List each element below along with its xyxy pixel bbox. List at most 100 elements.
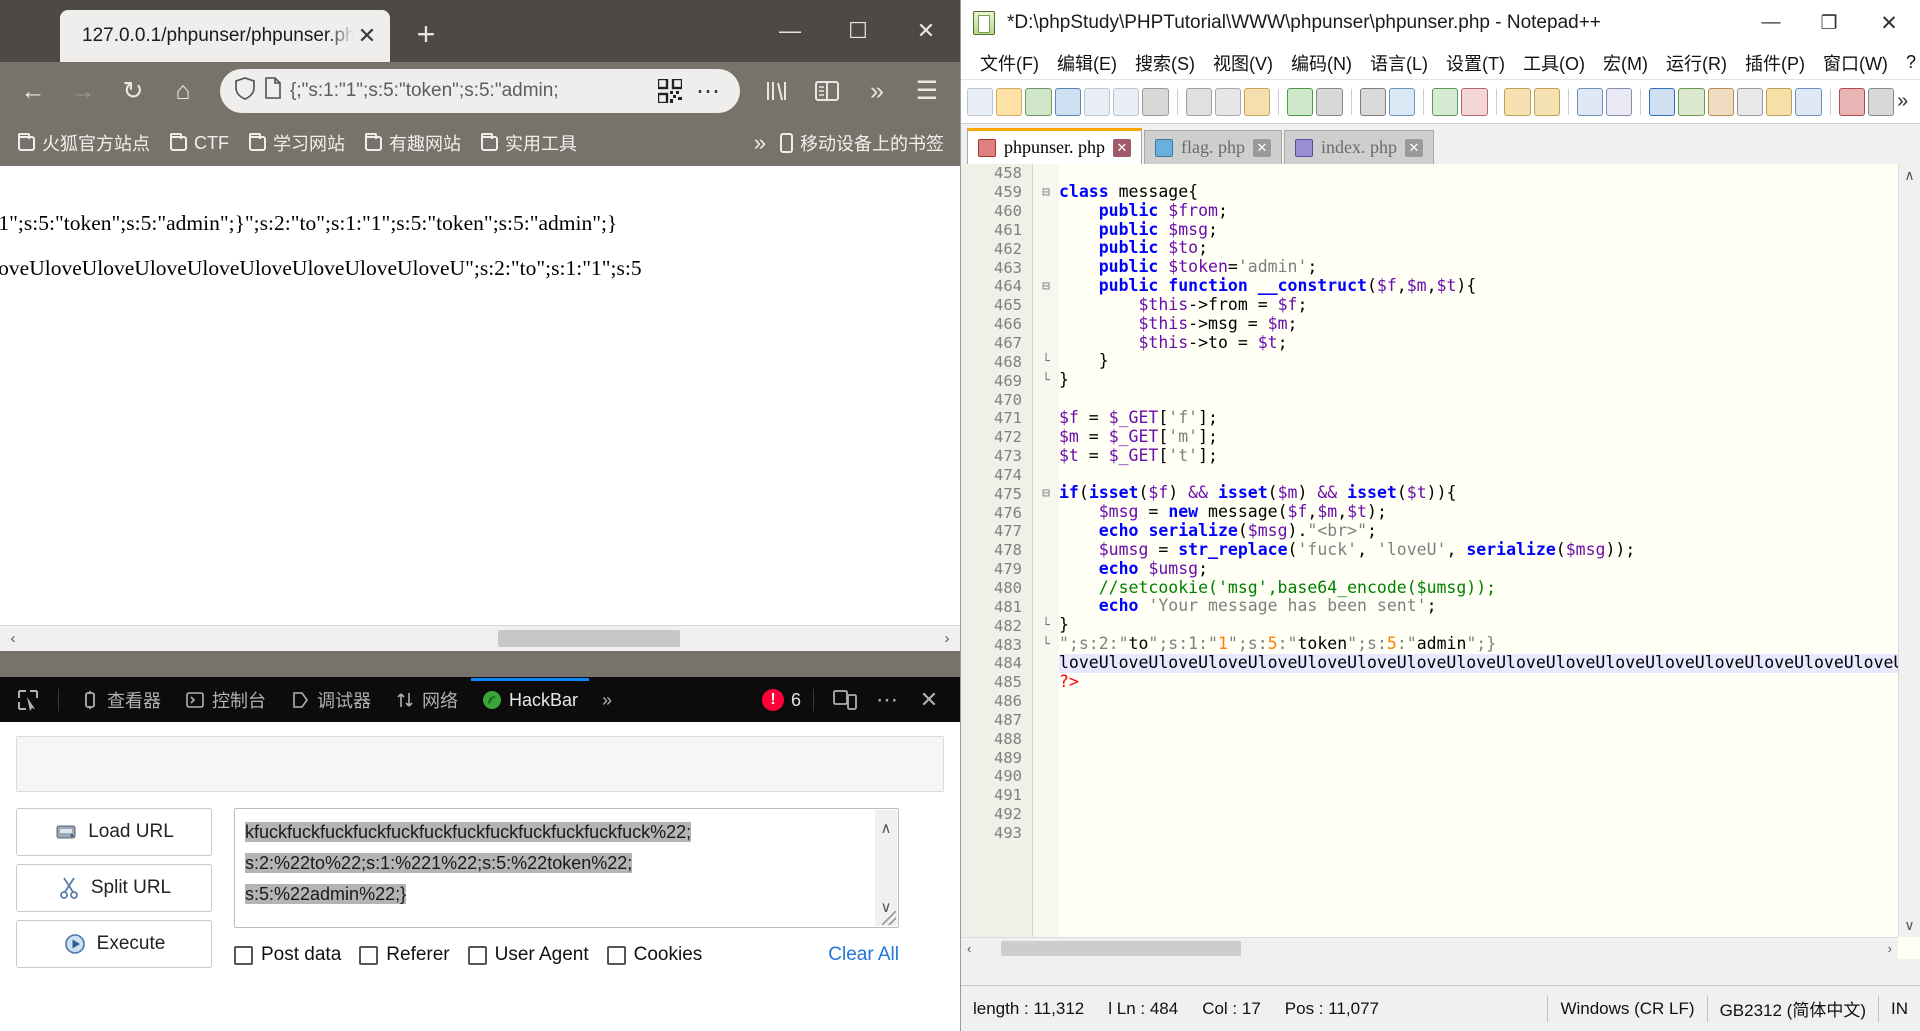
window-close-icon[interactable]: ✕ [892,0,960,62]
devtools-options-icon[interactable]: ⋯ [868,682,906,718]
editor-tab-phpunser[interactable]: phpunser. php ✕ [967,128,1142,164]
fold-marker[interactable] [1033,654,1059,673]
new-tab-button[interactable]: + [408,18,444,50]
textarea-scrollbar[interactable]: ∧ ∨ [875,810,897,926]
monitor-icon[interactable] [1795,87,1822,116]
fold-marker[interactable] [1033,748,1059,767]
fold-marker[interactable] [1033,258,1059,277]
zoom-in-icon[interactable] [1432,87,1459,116]
editor-tab-index[interactable]: index. php ✕ [1283,130,1434,164]
code-line[interactable]: ?> [1059,672,1898,692]
menu-view[interactable]: 视图(V) [1204,47,1282,79]
fold-margin[interactable]: ⊟ ⊟ └ └ ⊟ └ └ [1033,164,1059,959]
element-picker-icon[interactable] [8,682,48,718]
code-line[interactable]: $this->to = $t; [1059,333,1898,353]
code-line[interactable] [1059,786,1898,805]
fold-marker[interactable] [1033,767,1059,786]
editor-vertical-scrollbar[interactable]: ∧ ∨ [1898,164,1920,937]
fold-marker[interactable] [1033,560,1059,579]
code-editor[interactable]: 458 459 460 461 462 463 464 465 466 467 468 469 470 4… [961,164,1920,959]
hackbar-url-input[interactable] [16,736,944,792]
code-line[interactable]: public $msg; [1059,220,1898,240]
maximize-icon[interactable]: ❐ [1800,0,1858,46]
execute-button[interactable]: Execute [16,920,212,968]
code-line[interactable] [1059,805,1898,824]
redo-icon[interactable] [1316,87,1343,116]
menu-edit[interactable]: 编辑(E) [1048,47,1126,79]
fold-marker[interactable] [1033,447,1059,466]
menu-encoding[interactable]: 编码(N) [1282,47,1361,79]
code-line[interactable]: echo $umsg; [1059,559,1898,579]
error-count-badge[interactable]: ! 6 [761,689,801,711]
scroll-left-icon[interactable]: ‹ [0,630,26,647]
library-icon[interactable] [754,68,800,114]
menu-language[interactable]: 语言(L) [1361,47,1437,79]
fold-marker[interactable] [1033,541,1059,560]
fold-marker[interactable] [1033,466,1059,485]
fold-marker[interactable] [1033,710,1059,729]
code-line[interactable]: } [1059,370,1898,390]
folder-workspace-icon[interactable] [1766,87,1793,116]
open-file-icon[interactable] [996,87,1023,116]
fold-marker[interactable] [1033,729,1059,748]
scroll-track[interactable] [26,626,934,651]
bookmark-item[interactable]: 有趣网站 [357,126,469,160]
devtools-close-icon[interactable]: ✕ [910,682,948,718]
code-line[interactable] [1059,824,1898,843]
save-all-icon[interactable] [1054,87,1081,116]
fold-marker[interactable] [1033,579,1059,598]
fold-marker[interactable] [1033,522,1059,541]
record-macro-icon[interactable] [1838,87,1865,116]
close-icon[interactable]: ✕ [1404,138,1423,157]
tab-debugger[interactable]: 调试器 [279,678,382,722]
code-line[interactable]: public $token='admin'; [1059,257,1898,277]
tab-network[interactable]: 网络 [384,678,469,722]
bookmark-item[interactable]: 学习网站 [241,126,353,160]
code-line[interactable] [1059,710,1898,729]
scroll-thumb[interactable] [498,630,680,647]
checkbox-referer[interactable]: Referer [359,944,450,966]
menu-help[interactable]: ? [1897,49,1920,76]
tabs-overflow-icon[interactable]: » [591,678,623,722]
replace-icon[interactable] [1388,87,1416,116]
toolbar-overflow-icon[interactable]: » [1897,90,1914,113]
fold-marker[interactable] [1033,503,1059,522]
menu-macro[interactable]: 宏(M) [1594,47,1657,79]
copy-icon[interactable] [1214,87,1242,116]
close-icon[interactable]: ✕ [354,25,380,47]
fold-marker[interactable] [1033,164,1059,183]
fold-marker[interactable] [1033,409,1059,428]
code-text-area[interactable]: class message{ public $from; public $msg… [1059,164,1898,937]
cut-icon[interactable] [1185,87,1212,116]
fold-marker[interactable] [1033,692,1059,711]
new-file-icon[interactable] [967,87,994,116]
shield-icon[interactable] [234,76,256,106]
fold-marker[interactable]: ⊟ [1033,277,1059,296]
qr-code-icon[interactable] [656,77,684,105]
fold-marker[interactable] [1033,202,1059,221]
minimize-icon[interactable]: — [1742,0,1800,46]
code-line[interactable] [1059,390,1898,409]
code-line[interactable]: loveUloveUloveUloveUloveUloveUloveUloveU… [1059,653,1898,673]
fold-marker[interactable]: └ [1033,635,1059,654]
scroll-right-icon[interactable]: › [1888,941,1898,956]
scroll-left-icon[interactable]: ‹ [961,941,971,956]
menu-run[interactable]: 运行(R) [1657,47,1736,79]
scroll-up-icon[interactable]: ∧ [881,813,892,844]
indent-guideline-icon[interactable] [1649,87,1676,116]
tab-console[interactable]: 控制台 [174,678,277,722]
minimize-icon[interactable]: — [756,0,824,62]
fold-marker[interactable]: └ [1033,616,1059,635]
scroll-thumb[interactable] [1001,941,1241,956]
checkbox-user-agent[interactable]: User Agent [467,944,589,966]
menu-plugins[interactable]: 插件(P) [1736,47,1814,79]
checkbox-post-data[interactable]: Post data [234,944,341,966]
code-line[interactable] [1059,692,1898,711]
fold-marker[interactable]: ⊟ [1033,484,1059,503]
tab-hackbar[interactable]: HackBar [471,678,590,722]
fold-marker[interactable] [1033,334,1059,353]
code-line[interactable] [1059,729,1898,748]
code-line[interactable]: $msg = new message($f,$m,$t); [1059,502,1898,522]
fold-marker[interactable]: └ [1033,371,1059,390]
checkbox-icon[interactable] [606,945,626,965]
